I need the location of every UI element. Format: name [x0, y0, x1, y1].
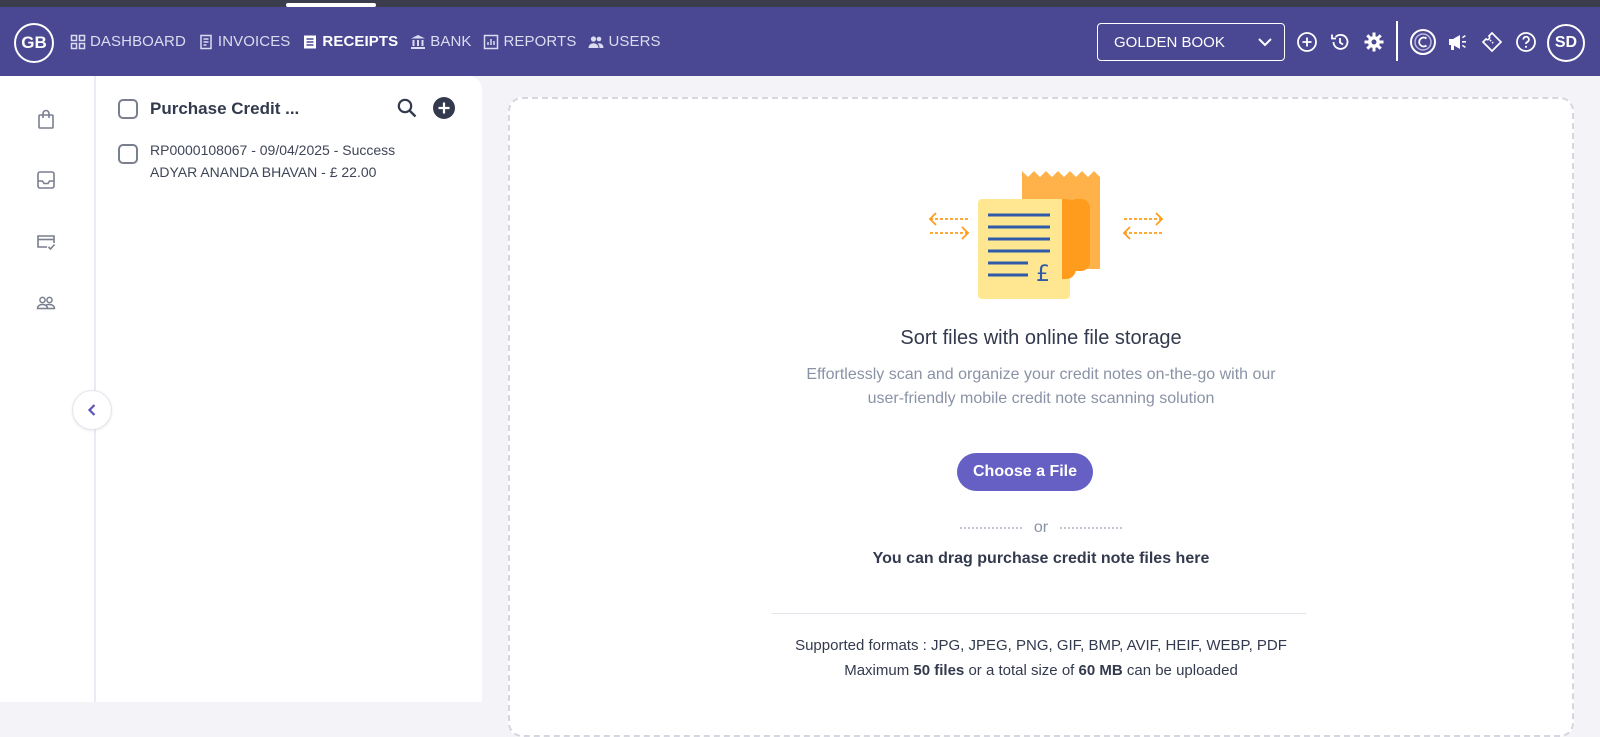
add-circle-icon[interactable]	[1295, 30, 1319, 54]
reports-icon	[484, 34, 499, 49]
limits-files: 50 files	[913, 662, 965, 679]
nav-receipts-label: RECEIPTS	[322, 33, 399, 50]
megaphone-icon[interactable]	[1446, 30, 1470, 54]
upload-dropzone[interactable]: £ Sort files with online file storage Ef…	[508, 97, 1574, 737]
select-all-checkbox[interactable]	[118, 99, 138, 119]
nav-bank[interactable]: BANK	[410, 33, 471, 50]
or-dots-left	[959, 527, 1022, 529]
list-header: Purchase Credit ...	[118, 95, 468, 123]
grid-icon	[70, 34, 86, 49]
main-nav: DASHBOARD INVOICES RECEIPTS BANK REPORTS…	[70, 33, 667, 50]
limits-line: Maximum 50 files or a total size of 60 M…	[510, 658, 1572, 683]
ticket-icon[interactable]	[1480, 30, 1504, 54]
nav-reports-label: REPORTS	[503, 33, 577, 50]
book-selector[interactable]: GOLDEN BOOK	[1097, 23, 1285, 61]
drag-hint: You can drag purchase credit note files …	[872, 550, 1210, 567]
help-icon[interactable]	[1514, 30, 1538, 54]
receipt-icon	[304, 35, 317, 48]
nav-dashboard-label: DASHBOARD	[90, 33, 186, 50]
invoice-icon	[200, 34, 212, 49]
formats-line: Supported formats : JPG, JPEG, PNG, GIF,…	[795, 637, 1287, 654]
header-divider	[1396, 21, 1398, 61]
or-dots-right	[1060, 527, 1123, 529]
top-strip	[0, 0, 1600, 7]
currency-logo-icon[interactable]	[1408, 29, 1438, 55]
upload-description-line2: user-friendly mobile credit note scannin…	[867, 390, 1215, 407]
upload-title: Sort files with online file storage	[900, 327, 1182, 349]
chevron-down-icon	[1258, 38, 1272, 47]
users-icon	[588, 35, 604, 48]
search-icon[interactable]	[396, 97, 418, 119]
nav-invoices[interactable]: INVOICES	[198, 33, 290, 50]
company-logo[interactable]: GB	[14, 23, 54, 63]
nav-bank-label: BANK	[430, 33, 472, 50]
nav-users[interactable]: USERS	[588, 33, 661, 50]
nav-reports[interactable]: REPORTS	[483, 33, 576, 50]
add-icon[interactable]	[432, 96, 456, 120]
bank-icon	[411, 34, 426, 49]
choose-file-button[interactable]: Choose a File	[957, 453, 1093, 491]
upload-description-line1: Effortlessly scan and organize your cred…	[806, 366, 1276, 383]
limits-size: 60 MB	[1078, 662, 1123, 679]
nav-dashboard[interactable]: DASHBOARD	[70, 33, 186, 50]
left-rail	[0, 76, 94, 702]
nav-users-label: USERS	[608, 33, 661, 50]
limits-suffix: can be uploaded	[1126, 662, 1238, 679]
limits-middle: or a total size of	[968, 662, 1075, 679]
receipt-illustration-icon: £	[928, 171, 1164, 299]
collapse-panel-button[interactable]	[72, 390, 112, 430]
list-title: Purchase Credit ...	[150, 99, 300, 118]
or-label: or	[1033, 519, 1049, 536]
list-item-checkbox[interactable]	[118, 144, 138, 164]
card-check-icon[interactable]	[35, 231, 57, 253]
history-icon[interactable]	[1328, 30, 1352, 54]
book-selector-value: GOLDEN BOOK	[1114, 33, 1225, 51]
upload-description: Effortlessly scan and organize your cred…	[510, 363, 1572, 411]
user-avatar[interactable]: SD	[1547, 24, 1585, 62]
top-navbar: GB DASHBOARD INVOICES RECEIPTS BANK REPO…	[0, 7, 1600, 76]
nav-receipts[interactable]: RECEIPTS	[302, 33, 398, 50]
group-icon[interactable]	[35, 292, 57, 314]
dropzone-divider	[772, 613, 1306, 614]
list-item-title: RP0000108067 - 09/04/2025 - Success	[150, 142, 396, 158]
inbox-icon[interactable]	[35, 169, 57, 191]
supported-formats: Supported formats : JPG, JPEG, PNG, GIF,…	[510, 633, 1572, 683]
list-item-subtitle: ADYAR ANANDA BHAVAN - £ 22.00	[150, 164, 377, 180]
limits-prefix: Maximum	[844, 662, 910, 679]
gear-icon[interactable]	[1362, 30, 1386, 54]
chevron-left-icon	[87, 404, 96, 416]
nav-invoices-label: INVOICES	[217, 33, 291, 50]
shopping-bag-icon[interactable]	[35, 108, 57, 130]
svg-text:£: £	[1036, 262, 1050, 287]
or-separator: or	[510, 519, 1572, 537]
